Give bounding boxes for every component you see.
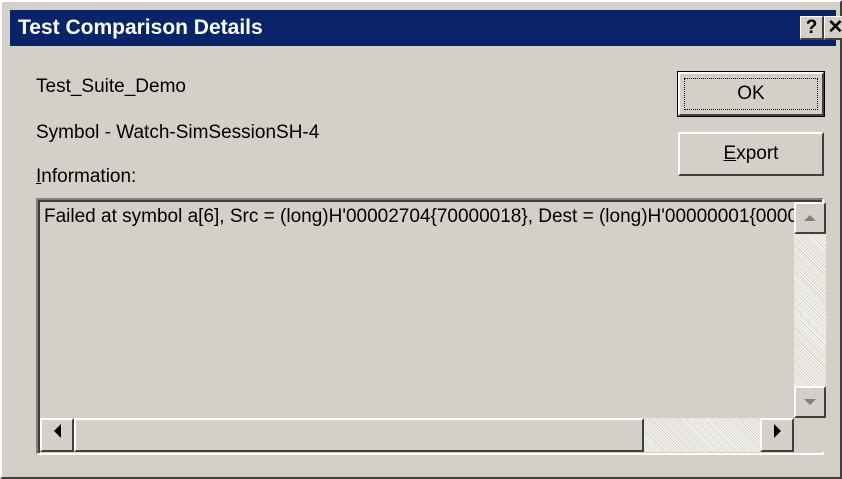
arrow-left-icon — [53, 424, 61, 438]
scroll-left-button[interactable] — [40, 418, 74, 452]
vertical-scrollbar[interactable] — [794, 202, 826, 418]
symbol-label: Symbol - Watch-SimSessionSH-4 — [36, 122, 320, 143]
information-textbox[interactable]: Failed at symbol a[6], Src = (long)H'000… — [36, 198, 826, 455]
information-label: Information: — [36, 166, 136, 188]
horizontal-scrollbar[interactable] — [40, 418, 794, 452]
export-button[interactable]: Export — [678, 132, 824, 176]
horizontal-scroll-thumb[interactable] — [74, 418, 644, 452]
scroll-up-button[interactable] — [794, 202, 826, 234]
arrow-up-icon — [804, 215, 816, 221]
scroll-down-button[interactable] — [794, 386, 826, 418]
ok-button[interactable]: OK — [677, 71, 825, 117]
information-text: Failed at symbol a[6], Src = (long)H'000… — [44, 206, 796, 227]
ok-button-label: OK — [737, 83, 765, 104]
help-button[interactable]: ? — [800, 16, 824, 40]
scroll-right-button[interactable] — [760, 418, 794, 452]
title-bar[interactable]: Test Comparison Details ? ✕ — [10, 10, 842, 46]
test-name-label: Test_Suite_Demo — [36, 76, 186, 97]
close-icon: ✕ — [827, 17, 842, 38]
export-label-text: xport — [736, 143, 779, 164]
dialog-window: Test Comparison Details ? ✕ Test_Suite_D… — [0, 0, 842, 479]
textbox-frame: Failed at symbol a[6], Src = (long)H'000… — [38, 200, 826, 453]
export-button-label: Export — [724, 143, 779, 164]
arrow-right-icon — [773, 424, 781, 438]
arrow-down-icon — [804, 399, 816, 405]
information-label-text: nformation: — [41, 166, 137, 187]
export-mnemonic: E — [723, 143, 737, 164]
scrollbar-corner — [794, 418, 826, 452]
window-title: Test Comparison Details — [18, 16, 263, 39]
close-button[interactable]: ✕ — [824, 16, 842, 40]
